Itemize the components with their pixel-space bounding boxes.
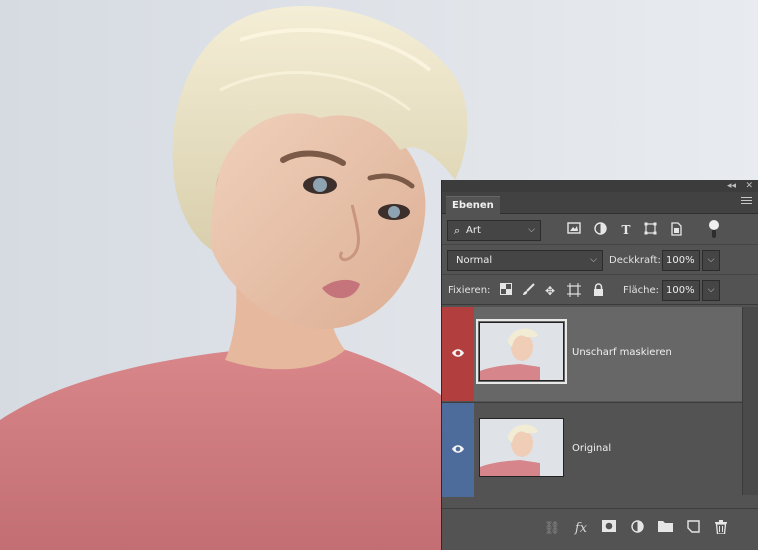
trash-icon[interactable] xyxy=(712,520,730,538)
link-layers-icon[interactable]: ⛓ xyxy=(543,520,561,538)
visibility-eye-icon[interactable] xyxy=(451,348,465,358)
chevron-down-icon: ⌵ xyxy=(528,225,535,235)
layers-footer: ⛓ fx xyxy=(442,508,758,550)
close-icon[interactable]: ✕ xyxy=(745,180,753,192)
fill-field[interactable]: 100% xyxy=(662,280,700,301)
layer-name[interactable]: Unscharf maskieren xyxy=(572,347,672,358)
panel-tab-row: Ebenen xyxy=(442,192,758,214)
lock-artboard-icon[interactable] xyxy=(566,283,582,299)
blend-mode-value: Normal xyxy=(456,255,493,266)
adjustment-filter-icon[interactable] xyxy=(592,222,608,238)
layer-color-tag xyxy=(442,307,474,401)
smart-object-filter-icon[interactable] xyxy=(668,222,684,238)
type-filter-icon[interactable]: T xyxy=(618,222,634,238)
lock-transparent-icon[interactable] xyxy=(498,283,514,299)
layers-scrollbar[interactable] xyxy=(742,307,758,495)
lock-all-icon[interactable] xyxy=(590,283,606,299)
group-folder-icon[interactable] xyxy=(656,520,674,538)
layer-color-tag xyxy=(442,403,474,497)
shape-filter-icon[interactable] xyxy=(642,222,658,238)
layer-name[interactable]: Original xyxy=(572,443,611,454)
lock-row: Fixieren: ✥ Fläche: 100% ⌵ xyxy=(442,276,758,305)
adjustment-layer-icon[interactable] xyxy=(628,520,646,538)
layer-thumbnail[interactable] xyxy=(479,322,564,381)
fill-dropdown-button[interactable]: ⌵ xyxy=(702,280,720,301)
filter-toggle-icon[interactable] xyxy=(709,220,719,240)
filter-kind-select[interactable]: ⌕ Art ⌵ xyxy=(447,220,541,241)
layers-panel: ◂◂ ✕ Ebenen ⌕ Art ⌵ T Normal ⌵ Deckkraft… xyxy=(441,180,758,550)
lock-image-icon[interactable] xyxy=(520,283,536,299)
lock-position-icon[interactable]: ✥ xyxy=(542,283,558,299)
visibility-eye-icon[interactable] xyxy=(451,444,465,454)
opacity-field[interactable]: 100% xyxy=(662,250,700,271)
collapse-icon[interactable]: ◂◂ xyxy=(727,180,736,192)
panel-menu-icon[interactable] xyxy=(741,197,752,206)
tab-layers[interactable]: Ebenen xyxy=(446,196,500,214)
search-icon: ⌕ xyxy=(454,224,461,237)
image-filter-icon[interactable] xyxy=(566,222,582,238)
layer-row-unscharf-maskieren[interactable]: Unscharf maskieren xyxy=(442,307,742,401)
panel-titlebar: ◂◂ ✕ xyxy=(442,180,758,192)
fx-icon[interactable]: fx xyxy=(572,520,590,538)
lock-label: Fixieren: xyxy=(448,285,491,296)
opacity-label: Deckkraft: xyxy=(609,255,661,266)
filter-row: ⌕ Art ⌵ T xyxy=(442,215,758,245)
opacity-dropdown-button[interactable]: ⌵ xyxy=(702,250,720,271)
layer-thumbnail[interactable] xyxy=(479,418,564,477)
new-layer-icon[interactable] xyxy=(684,520,702,538)
blend-row: Normal ⌵ Deckkraft: 100% ⌵ xyxy=(442,246,758,275)
fill-label: Fläche: xyxy=(623,285,660,296)
chevron-down-icon: ⌵ xyxy=(590,255,597,265)
add-mask-icon[interactable] xyxy=(600,520,618,538)
layer-row-original[interactable]: Original xyxy=(442,402,742,497)
blend-mode-select[interactable]: Normal ⌵ xyxy=(447,250,603,271)
